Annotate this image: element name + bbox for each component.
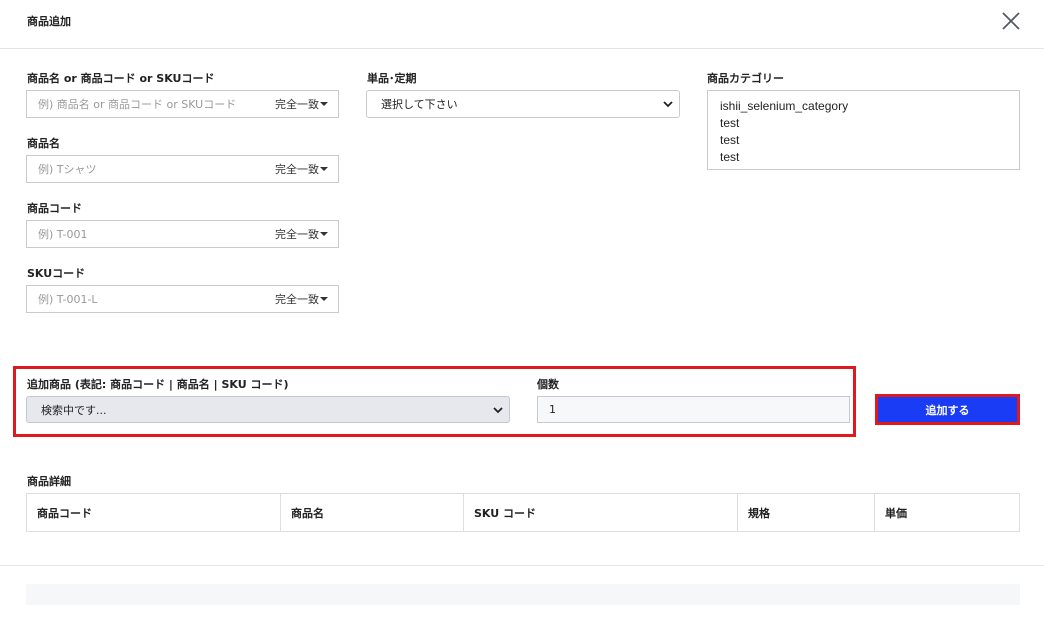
product-code-match-dropdown[interactable]: 完全一致: [265, 220, 339, 248]
product-or-code-input[interactable]: 例) 商品名 or 商品コード or SKUコード: [26, 90, 266, 118]
details-label: 商品詳細: [27, 475, 71, 488]
chevron-down-icon: [663, 101, 673, 108]
category-option[interactable]: test: [720, 149, 1007, 166]
column-header: 単価: [885, 506, 907, 520]
match-label: 完全一致: [275, 98, 319, 111]
footer-bar: [26, 584, 1020, 605]
caret-down-icon: [320, 232, 328, 236]
add-button[interactable]: 追加する: [878, 397, 1017, 422]
caret-down-icon: [320, 102, 328, 106]
match-label: 完全一致: [275, 163, 319, 176]
column-header: 規格: [738, 494, 875, 531]
caret-down-icon: [320, 167, 328, 171]
purchase-type-label: 単品･定期: [367, 72, 417, 85]
modal-header: 商品追加: [0, 0, 1044, 49]
quantity-input[interactable]: 1: [537, 396, 850, 423]
product-or-code-match-dropdown[interactable]: 完全一致: [265, 90, 339, 118]
category-label: 商品カテゴリー: [707, 72, 784, 85]
purchase-type-selected: 選択して下さい: [381, 98, 458, 111]
details-table-header: 商品コード 商品名 SKU コード 規格 単価: [26, 493, 1020, 532]
product-code-label: 商品コード: [27, 202, 82, 215]
column-header: 商品コード: [27, 494, 281, 531]
category-option[interactable]: ishii_selenium_category: [720, 98, 1007, 115]
product-code-input[interactable]: 例) T-001: [26, 220, 266, 248]
product-or-code-label: 商品名 or 商品コード or SKUコード: [27, 72, 215, 85]
purchase-type-select[interactable]: 選択して下さい: [366, 90, 680, 118]
sku-code-label: SKUコード: [27, 267, 86, 280]
caret-down-icon: [320, 297, 328, 301]
product-name-match-dropdown[interactable]: 完全一致: [265, 155, 339, 183]
category-listbox[interactable]: ishii_selenium_category test test test: [707, 90, 1020, 170]
modal-title: 商品追加: [27, 15, 71, 28]
match-label: 完全一致: [275, 228, 319, 241]
product-name-input[interactable]: 例) Tシャツ: [26, 155, 266, 183]
category-option[interactable]: test: [720, 115, 1007, 132]
product-name-label: 商品名: [27, 137, 60, 150]
close-icon[interactable]: [999, 9, 1023, 33]
footer-divider: [0, 565, 1044, 566]
quantity-label: 個数: [537, 378, 559, 391]
added-product-label: 追加商品 (表記: 商品コード | 商品名 | SKU コード): [27, 378, 289, 391]
chevron-down-icon: [493, 407, 503, 414]
match-label: 完全一致: [275, 293, 319, 306]
column-header: 商品名: [281, 494, 464, 531]
category-option[interactable]: test: [720, 132, 1007, 149]
column-header: SKU コード: [464, 494, 738, 531]
added-product-selected: 検索中です...: [41, 403, 107, 417]
added-product-select[interactable]: 検索中です...: [26, 396, 510, 423]
sku-code-match-dropdown[interactable]: 完全一致: [265, 285, 339, 313]
sku-code-input[interactable]: 例) T-001-L: [26, 285, 266, 313]
